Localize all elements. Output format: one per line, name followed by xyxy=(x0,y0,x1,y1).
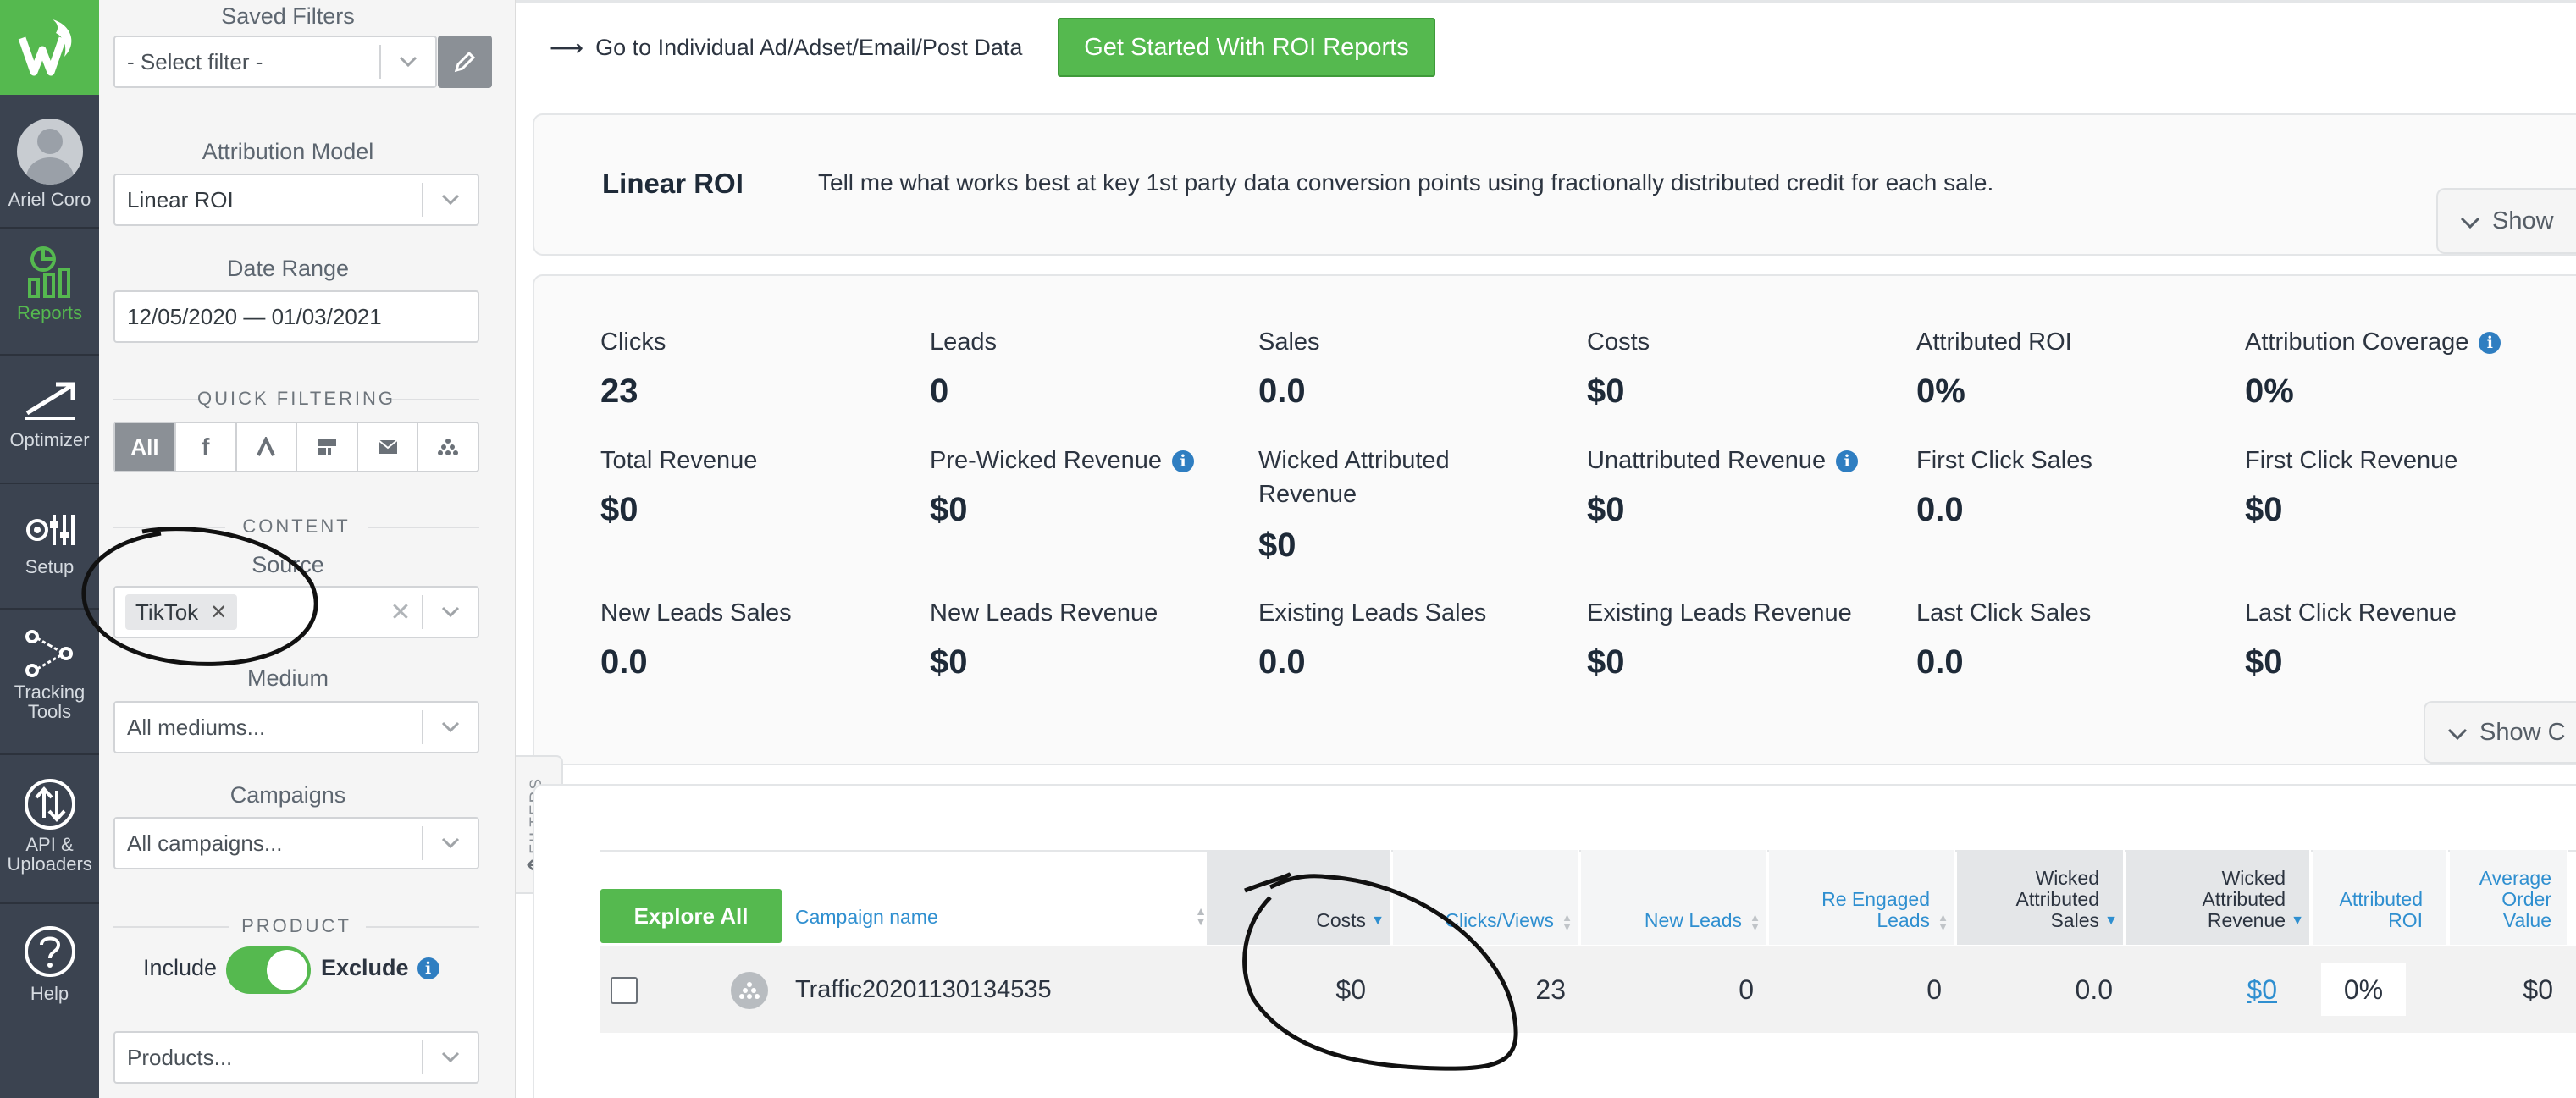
main-content: ⟶ Go to Individual Ad/Adset/Email/Post D… xyxy=(81,0,2576,1098)
annotation-overlay xyxy=(81,527,1518,1071)
annotation-circle-source xyxy=(81,527,318,666)
annotation-circle-costs xyxy=(1242,871,1518,1071)
